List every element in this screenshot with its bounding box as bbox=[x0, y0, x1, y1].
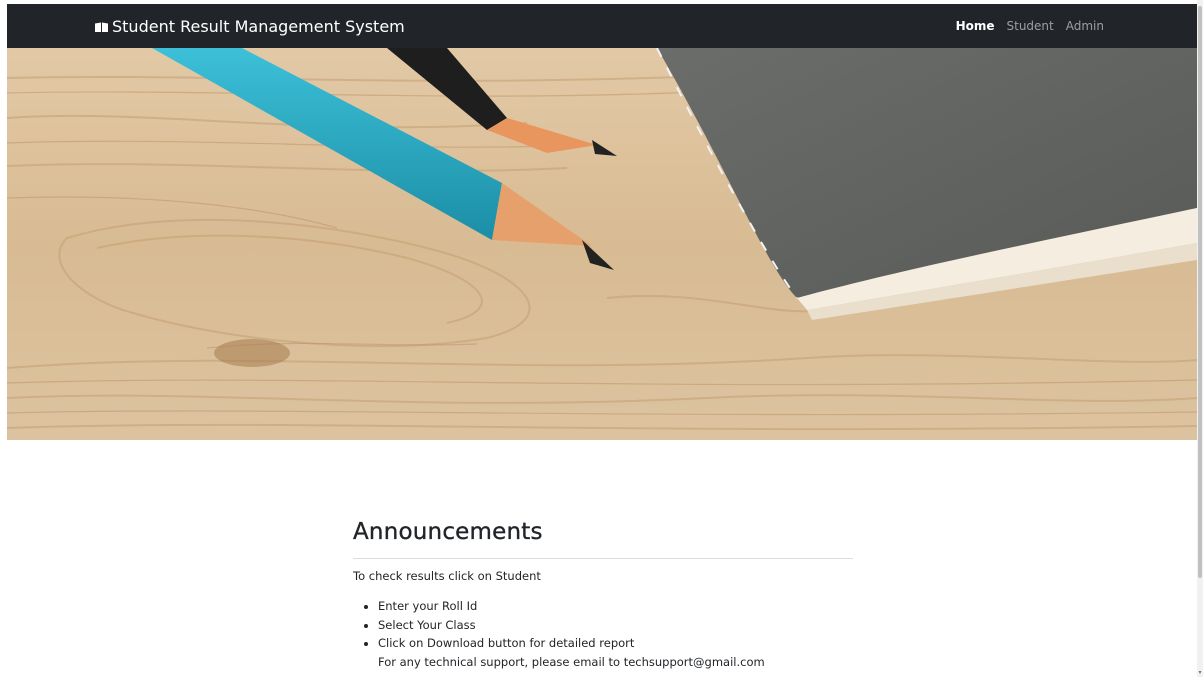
steps-list: Enter your Roll Id Select Your Class Cli… bbox=[353, 597, 853, 653]
nav-links: Home Student Admin bbox=[956, 4, 1104, 48]
scrollbar[interactable]: ▾ bbox=[1197, 0, 1203, 677]
list-item: Select Your Class bbox=[378, 616, 853, 635]
support-note: For any technical support, please email … bbox=[378, 654, 765, 669]
brand-link[interactable]: Student Result Management System bbox=[95, 4, 405, 48]
list-item: Enter your Roll Id bbox=[378, 597, 853, 616]
nav-admin-link[interactable]: Admin bbox=[1066, 19, 1104, 33]
hero-image bbox=[7, 48, 1197, 440]
book-icon bbox=[95, 22, 108, 32]
nav-home-link[interactable]: Home bbox=[956, 19, 995, 33]
announcements-title: Announcements bbox=[353, 519, 543, 545]
announcements-intro: To check results click on Student bbox=[353, 569, 541, 583]
divider bbox=[353, 558, 853, 559]
page: Student Result Management System Home St… bbox=[0, 0, 1203, 677]
list-item: Click on Download button for detailed re… bbox=[378, 634, 853, 653]
navbar: Student Result Management System Home St… bbox=[7, 4, 1197, 48]
brand-title: Student Result Management System bbox=[112, 16, 405, 36]
scrollbar-thumb[interactable] bbox=[1198, 6, 1202, 578]
announcements-section: Announcements To check results click on … bbox=[353, 512, 853, 671]
nav-student-link[interactable]: Student bbox=[1007, 19, 1054, 33]
hero-illustration bbox=[7, 48, 1197, 440]
scroll-down-icon[interactable]: ▾ bbox=[1197, 669, 1203, 677]
